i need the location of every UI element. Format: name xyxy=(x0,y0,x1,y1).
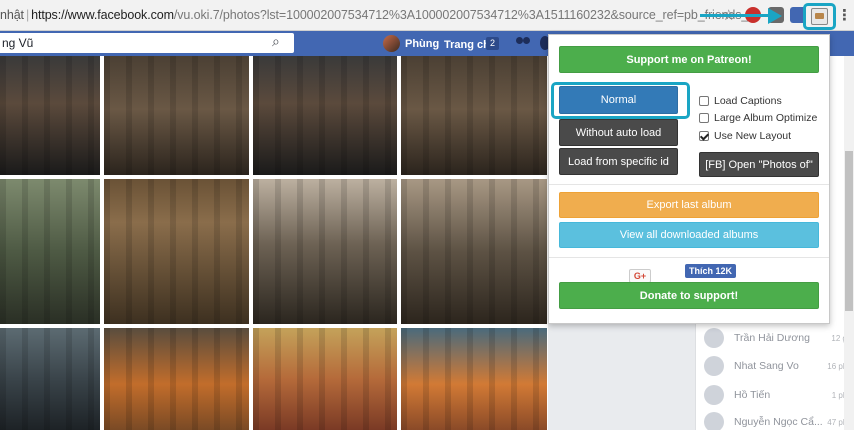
profile-link[interactable]: Phùng xyxy=(383,35,439,52)
avatar xyxy=(704,385,724,405)
page-scrollbar[interactable] xyxy=(844,56,854,430)
address-bar[interactable]: nhật | https://www.facebook.com/vu.oki.7/p… xyxy=(0,8,754,22)
search-value: ng Vũ xyxy=(2,36,34,50)
load-from-id-button[interactable]: Load from specific id xyxy=(559,148,678,175)
contact-name: Nhat Sang Vo xyxy=(734,360,799,372)
annotation-highlight-normal xyxy=(551,82,690,119)
extension-popup: Support me on Patreon! Normal Without au… xyxy=(548,34,830,324)
scrollbar-thumb[interactable] xyxy=(845,151,853,311)
browser-menu-icon[interactable]: ⋮ xyxy=(837,6,852,24)
divider xyxy=(549,184,829,185)
checkbox-label: Load Captions xyxy=(714,95,782,107)
contact-name: Nguyễn Ngọc Cẩ... xyxy=(734,416,823,428)
avatar xyxy=(704,328,724,348)
checkbox-box[interactable] xyxy=(699,96,709,106)
donate-button[interactable]: Donate to support! xyxy=(559,282,819,309)
divider xyxy=(549,257,829,258)
photo-thumbnail[interactable] xyxy=(253,56,397,175)
search-input[interactable]: ng Vũ ⌕ xyxy=(0,33,294,53)
contact-item[interactable]: Trần Hải Dương 12 giờ xyxy=(704,327,854,349)
avatar xyxy=(704,356,724,376)
google-plus-button[interactable]: G+ xyxy=(629,269,651,283)
contact-item[interactable]: Hồ Tiến 1 phút xyxy=(704,384,854,406)
search-icon[interactable]: ⌕ xyxy=(272,33,280,50)
load-captions-checkbox[interactable]: Load Captions xyxy=(699,95,782,107)
photo-grid xyxy=(0,56,548,430)
checkbox-label: Large Album Optimize xyxy=(714,112,818,124)
photo-thumbnail[interactable] xyxy=(401,328,547,430)
annotation-arrow-head xyxy=(768,8,782,24)
patreon-button[interactable]: Support me on Patreon! xyxy=(559,46,819,73)
photo-thumbnail[interactable] xyxy=(253,328,397,430)
security-label: nhật xyxy=(0,8,24,22)
photo-thumbnail[interactable] xyxy=(253,179,397,324)
annotation-arrow xyxy=(700,14,770,17)
large-album-checkbox[interactable]: Large Album Optimize xyxy=(699,112,817,124)
photo-downloader-extension-icon[interactable] xyxy=(811,8,828,25)
home-badge: 2 xyxy=(486,37,499,50)
photo-thumbnail[interactable] xyxy=(401,56,547,175)
avatar xyxy=(383,35,400,52)
photo-thumbnail[interactable] xyxy=(104,56,249,175)
checkbox-label: Use New Layout xyxy=(714,130,792,142)
friend-requests-icon[interactable] xyxy=(516,37,533,49)
address-separator: | xyxy=(25,8,30,22)
checkbox-box[interactable] xyxy=(699,131,709,141)
photo-thumbnail[interactable] xyxy=(0,328,100,430)
profile-name: Phùng xyxy=(405,37,440,50)
photo-thumbnail[interactable] xyxy=(0,179,100,324)
facebook-like-button[interactable]: Thích 12K xyxy=(685,264,737,278)
photo-thumbnail[interactable] xyxy=(104,328,249,430)
photo-thumbnail[interactable] xyxy=(104,179,249,324)
url-path: /vu.oki.7/photos?lst=100002007534712%3A1… xyxy=(173,8,755,22)
view-downloaded-button[interactable]: View all downloaded albums xyxy=(559,222,819,248)
url-host: https://www.facebook.com xyxy=(31,8,174,22)
contact-name: Trần Hải Dương xyxy=(734,332,810,344)
without-auto-load-button[interactable]: Without auto load xyxy=(559,119,678,146)
contact-item[interactable]: Nhat Sang Vo 16 phút xyxy=(704,355,854,377)
photo-thumbnail[interactable] xyxy=(0,56,100,175)
contact-item[interactable]: Nguyễn Ngọc Cẩ... 47 phút xyxy=(704,411,854,430)
avatar xyxy=(704,412,724,430)
contact-name: Hồ Tiến xyxy=(734,389,771,401)
export-last-album-button[interactable]: Export last album xyxy=(559,192,819,218)
open-photos-of-button[interactable]: [FB] Open "Photos of" xyxy=(699,152,819,177)
screen: nhật | https://www.facebook.com/vu.oki.7/p… xyxy=(0,0,854,430)
photo-thumbnail[interactable] xyxy=(401,179,547,324)
browser-toolbar: nhật | https://www.facebook.com/vu.oki.7/p… xyxy=(0,0,854,31)
checkbox-box[interactable] xyxy=(699,113,709,123)
new-layout-checkbox[interactable]: Use New Layout xyxy=(699,130,791,142)
